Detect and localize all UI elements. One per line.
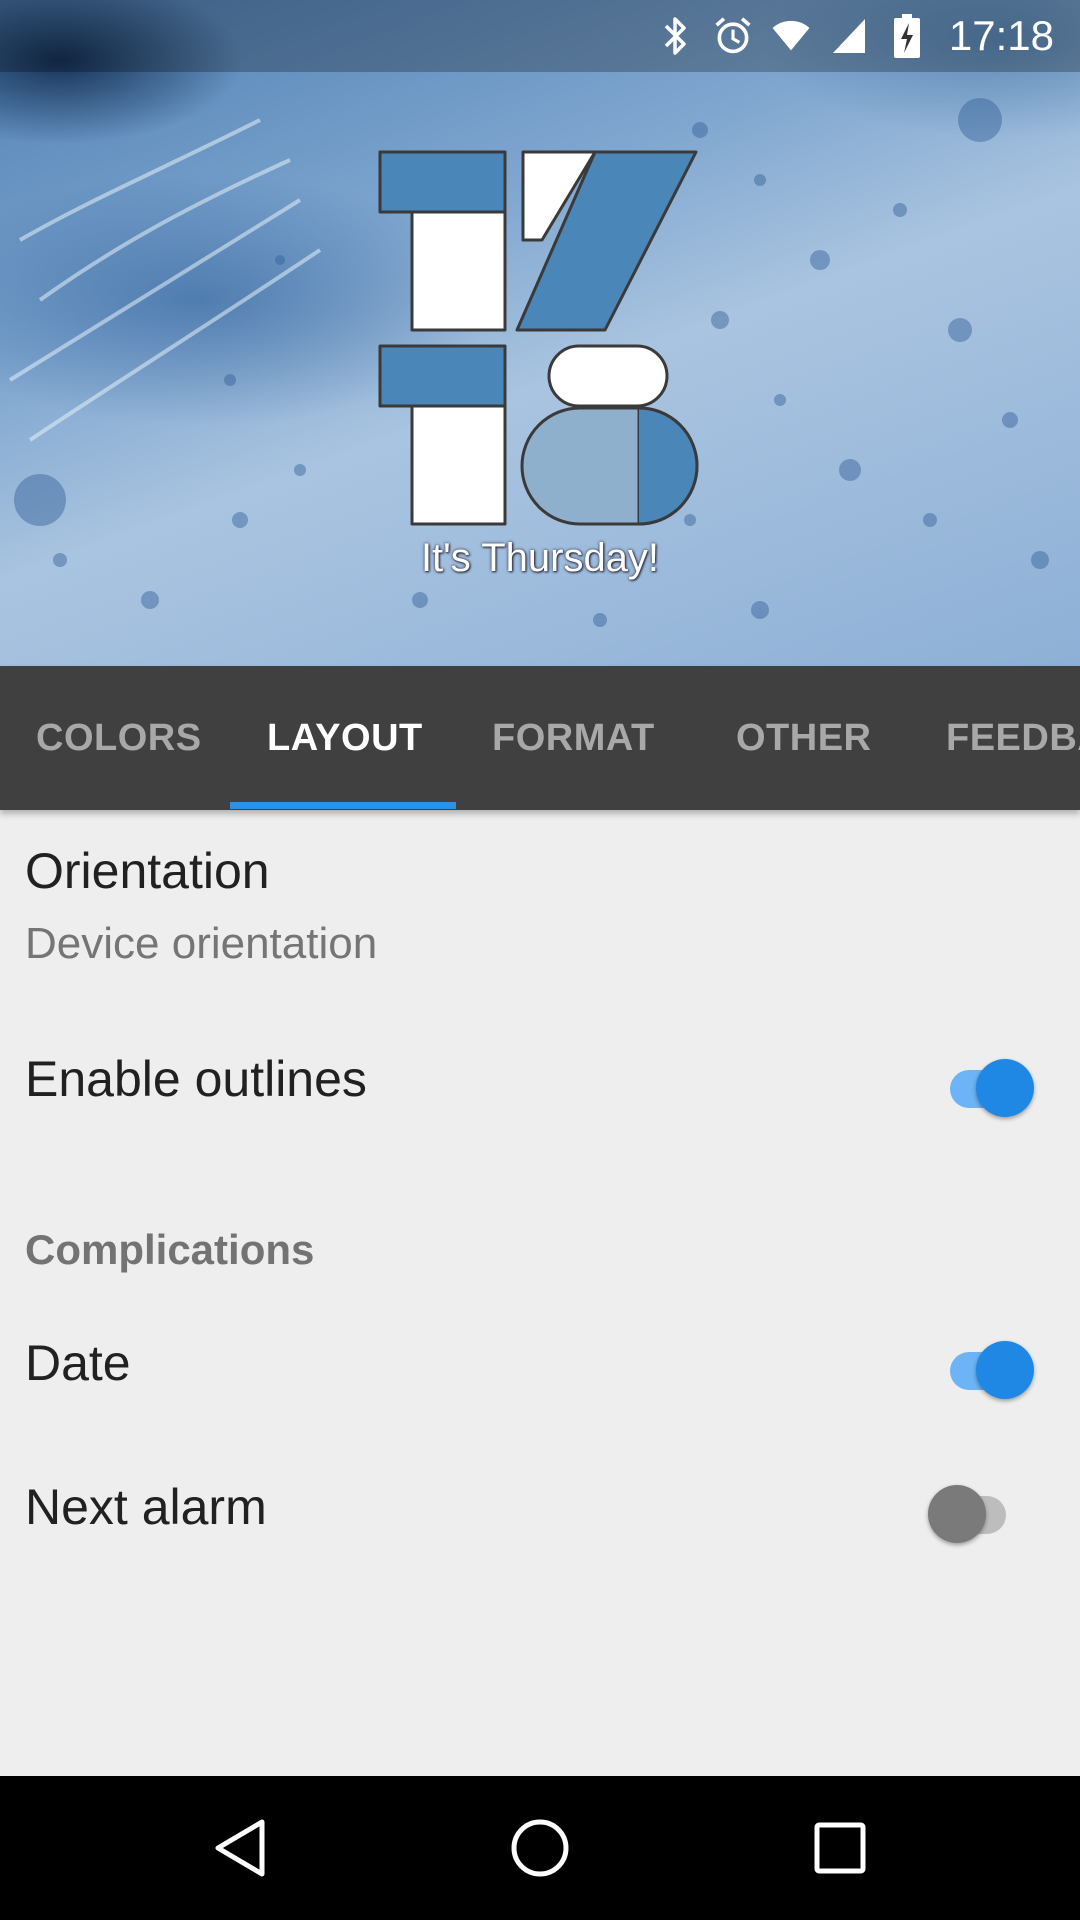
orientation-title: Orientation xyxy=(25,843,270,899)
wifi-icon xyxy=(771,14,811,58)
digit-8-top xyxy=(547,344,669,408)
digit-8-bottom-left xyxy=(520,406,641,526)
status-bar: 17:18 xyxy=(0,0,1080,72)
date-title: Date xyxy=(25,1335,131,1391)
complications-header: Complications xyxy=(25,1226,315,1273)
watch-face-preview: It's Thursday! xyxy=(0,0,1080,666)
digit-1-cap xyxy=(378,150,507,214)
alarm-clock-icon xyxy=(713,14,753,58)
status-time: 17:18 xyxy=(948,12,1054,59)
back-icon xyxy=(215,1819,265,1877)
switch-thumb xyxy=(976,1341,1034,1399)
battery-charging-icon xyxy=(887,14,927,58)
clock-digits xyxy=(378,150,699,526)
home-button[interactable] xyxy=(460,1776,620,1920)
recents-icon xyxy=(814,1822,866,1874)
digit-1-stem xyxy=(410,210,507,332)
home-icon xyxy=(511,1819,569,1877)
orientation-setting[interactable]: Orientation Device orientation xyxy=(0,816,1080,994)
switch-thumb xyxy=(928,1485,986,1543)
next-alarm-switch[interactable] xyxy=(928,1476,1034,1543)
next-alarm-title: Next alarm xyxy=(25,1479,267,1535)
digit-1b-stem xyxy=(410,404,507,526)
enable-outlines-setting[interactable]: Enable outlines xyxy=(0,1010,1080,1150)
screen: It's Thursday! 17:18 COLORS LAYOUT FORMA… xyxy=(0,0,1080,1920)
active-tab-indicator xyxy=(230,802,456,809)
tab-format[interactable]: FORMAT xyxy=(492,666,655,810)
enable-outlines-title: Enable outlines xyxy=(25,1051,367,1107)
day-caption: It's Thursday! xyxy=(420,536,660,580)
switch-thumb xyxy=(976,1059,1034,1117)
date-setting[interactable]: Date xyxy=(0,1300,1080,1440)
recents-button[interactable] xyxy=(760,1776,920,1920)
tab-other[interactable]: OTHER xyxy=(736,666,872,810)
orientation-subtitle: Device orientation xyxy=(25,919,378,968)
cell-signal-icon xyxy=(829,14,869,58)
next-alarm-setting[interactable]: Next alarm xyxy=(0,1444,1080,1584)
settings-tab-bar: COLORS LAYOUT FORMAT OTHER FEEDBA xyxy=(0,666,1080,810)
tab-layout[interactable]: LAYOUT xyxy=(267,666,423,810)
digit-1b-cap xyxy=(378,344,507,408)
navigation-bar xyxy=(0,1776,1080,1920)
tab-colors[interactable]: COLORS xyxy=(36,666,202,810)
date-switch[interactable] xyxy=(936,1332,1036,1399)
back-button[interactable] xyxy=(160,1776,320,1920)
bluetooth-icon xyxy=(655,14,695,58)
tab-feedback[interactable]: FEEDBA xyxy=(946,666,1080,810)
enable-outlines-switch[interactable] xyxy=(936,1050,1036,1117)
